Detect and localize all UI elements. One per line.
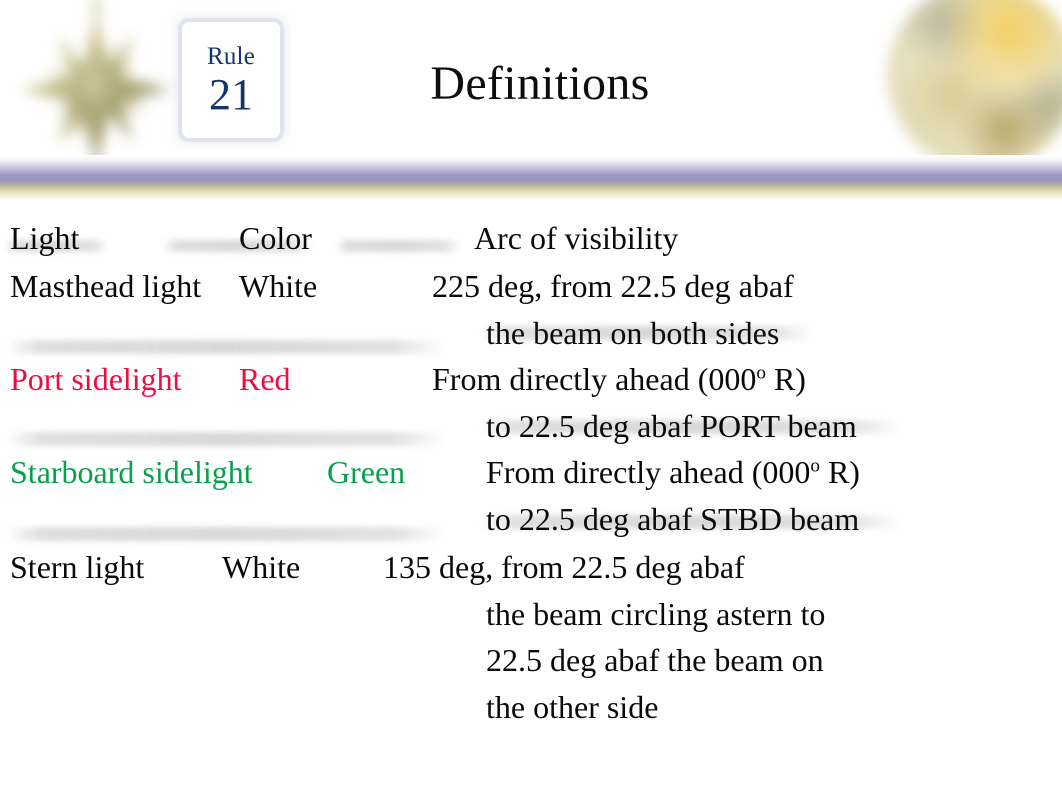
degree-symbol-icon: o: [756, 362, 766, 384]
port-arc-text-a: From directly ahead (000: [432, 361, 757, 397]
column-header-light: Light: [10, 220, 80, 256]
column-header-arc: Arc of visibility: [474, 220, 679, 256]
column-header-color: Color: [239, 220, 312, 256]
row-stern-light-arc-1: 135 deg, from 22.5 deg abaf: [383, 549, 745, 585]
compass-rose-hub: [70, 59, 122, 120]
row-stern-light-arc-4: the other side: [486, 689, 659, 725]
slide: Rule 21 Definitions Light Color Arc of v…: [0, 0, 1062, 797]
smudge-band: [6, 527, 446, 541]
row-port-sidelight-name: Port sidelight: [10, 361, 182, 397]
row-masthead-light-name: Masthead light: [10, 268, 202, 304]
row-stern-light-color: White: [222, 549, 301, 585]
degree-symbol-icon: o: [810, 455, 820, 477]
row-stern-light-arc-3: 22.5 deg abaf the beam on: [486, 642, 824, 678]
rule-badge-label: Rule: [206, 42, 256, 70]
row-starboard-sidelight-arc-1: From directly ahead (000o R): [486, 456, 860, 488]
stbd-arc-text-a: From directly ahead (000: [486, 454, 811, 490]
row-stern-light-arc-2: the beam circling astern to: [486, 596, 826, 632]
port-arc-text-c: R): [765, 361, 806, 397]
rule-badge-number: 21: [209, 69, 253, 119]
smudge-band: [336, 240, 460, 252]
row-starboard-sidelight-name: Starboard sidelight: [10, 454, 253, 490]
row-masthead-light-color: White: [239, 268, 318, 304]
gold-medallion-icon: [888, 0, 1062, 170]
rule-badge: Rule 21: [182, 22, 280, 138]
row-masthead-light-arc-1: 225 deg, from 22.5 deg abaf: [432, 268, 794, 304]
row-port-sidelight-arc-2: to 22.5 deg abaf PORT beam: [486, 408, 857, 444]
smudge-band: [6, 432, 446, 446]
slide-header: Rule 21 Definitions: [0, 0, 1062, 200]
row-stern-light-name: Stern light: [10, 549, 145, 585]
smudge-band: [6, 340, 446, 354]
row-starboard-sidelight-arc-2: to 22.5 deg abaf STBD beam: [486, 501, 860, 537]
row-port-sidelight-arc-1: From directly ahead (000o R): [432, 363, 806, 395]
row-masthead-light-arc-2: the beam on both sides: [486, 315, 780, 351]
row-starboard-sidelight-color: Green: [327, 454, 406, 490]
stbd-arc-text-c: R): [819, 454, 860, 490]
definitions-table: Light Color Arc of visibility Masthead l…: [0, 200, 1062, 797]
page-title: Definitions: [430, 57, 650, 110]
header-divider-band: [0, 155, 1062, 200]
row-port-sidelight-color: Red: [239, 361, 291, 397]
